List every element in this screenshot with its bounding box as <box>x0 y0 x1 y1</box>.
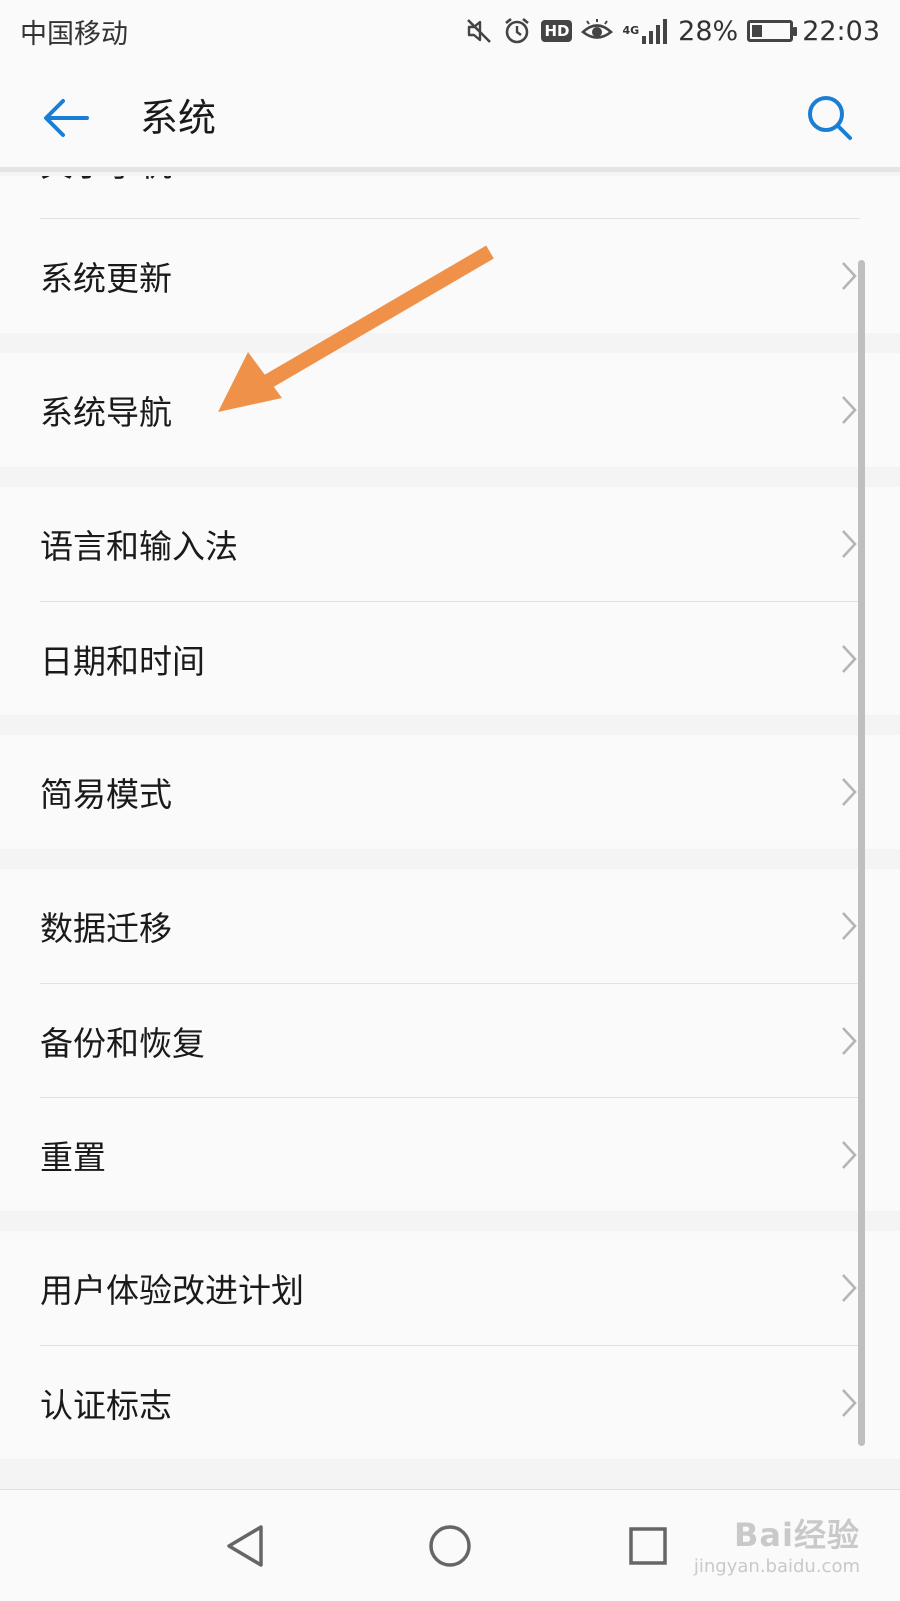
list-item-system-update[interactable]: 系统更新 <box>40 219 860 333</box>
list-item-label: 语言和输入法 <box>40 527 238 566</box>
list-item-data-migration[interactable]: 数据迁移 <box>40 869 860 983</box>
list-item-label: 关于手机 <box>40 176 172 186</box>
list-item-label: 系统导航 <box>40 393 172 432</box>
list-item-reset[interactable]: 重置 <box>40 1097 860 1211</box>
chevron-right-icon <box>842 778 857 806</box>
list-item-date-time[interactable]: 日期和时间 <box>40 601 860 715</box>
signal-icon: 4G <box>622 18 669 44</box>
page-title: 系统 <box>140 96 217 140</box>
chevron-right-icon <box>842 1140 857 1169</box>
carrier-name: 中国移动 <box>20 18 128 50</box>
search-button[interactable] <box>804 92 856 144</box>
navigation-bar: Bai经验 jingyan.baidu.com <box>0 1489 900 1601</box>
settings-list: 关于手机 系统更新 系统导航 语言和输入法 日期和时间 简易模式 数据迁移 <box>0 176 900 1489</box>
list-item-label: 数据迁移 <box>40 909 172 948</box>
status-bar: 中国移动 HD 4G 28% 22:03 <box>0 0 900 62</box>
watermark-logo: Bai经验 <box>734 1516 860 1554</box>
chevron-right-icon <box>842 1026 857 1055</box>
scrollbar[interactable] <box>858 260 865 1446</box>
clock: 22:03 <box>802 15 880 47</box>
list-item-label: 备份和恢复 <box>40 1023 205 1063</box>
recents-square-icon <box>629 1527 667 1565</box>
alarm-icon <box>502 16 532 46</box>
nav-back-button[interactable] <box>215 1516 275 1576</box>
list-item-simple-mode[interactable]: 简易模式 <box>40 735 860 849</box>
back-button[interactable] <box>40 92 92 144</box>
list-item-language-input[interactable]: 语言和输入法 <box>40 487 860 601</box>
list-item-backup-restore[interactable]: 备份和恢复 <box>40 983 860 1097</box>
watermark-url: jingyan.baidu.com <box>693 1556 860 1577</box>
list-item-label: 用户体验改进计划 <box>40 1271 304 1310</box>
settings-group: 简易模式 <box>0 735 900 849</box>
list-item-label: 系统更新 <box>40 259 172 298</box>
status-icons: HD 4G 28% 22:03 <box>465 16 880 47</box>
back-triangle-icon <box>227 1525 263 1567</box>
mute-icon <box>465 17 493 45</box>
hd-icon: HD <box>541 20 573 42</box>
nav-home-button[interactable] <box>420 1516 480 1576</box>
chevron-right-icon <box>842 262 857 290</box>
search-icon <box>808 96 852 140</box>
home-circle-icon <box>429 1525 471 1567</box>
watermark: Bai经验 jingyan.baidu.com <box>694 1510 860 1577</box>
list-item-user-experience[interactable]: 用户体验改进计划 <box>40 1231 860 1345</box>
settings-group: 语言和输入法 日期和时间 <box>0 487 900 715</box>
battery-charging-icon <box>747 20 798 42</box>
chevron-right-icon <box>842 644 857 673</box>
battery-level <box>752 25 763 37</box>
partial-list-item[interactable]: 关于手机 <box>40 176 860 219</box>
settings-group: 数据迁移 备份和恢复 重置 <box>0 869 900 1211</box>
list-item-label: 日期和时间 <box>40 641 205 681</box>
list-item-label: 认证标志 <box>40 1385 172 1425</box>
network-type: 4G <box>622 24 640 37</box>
list-item-label: 简易模式 <box>40 775 172 814</box>
list-item-certification[interactable]: 认证标志 <box>40 1345 860 1459</box>
eye-comfort-icon <box>581 19 614 43</box>
nav-recents-button[interactable] <box>618 1516 678 1576</box>
back-arrow-icon <box>44 99 89 137</box>
app-bar: 系统 <box>0 62 900 172</box>
chevron-right-icon <box>842 1274 857 1302</box>
settings-group: 用户体验改进计划 认证标志 <box>0 1231 900 1459</box>
settings-group: 关于手机 系统更新 <box>0 176 900 333</box>
chevron-right-icon <box>842 530 857 558</box>
chevron-right-icon <box>842 396 857 424</box>
chevron-right-icon <box>842 912 857 940</box>
chevron-right-icon <box>842 1388 857 1417</box>
settings-group: 系统导航 <box>0 353 900 467</box>
list-item-system-navigation[interactable]: 系统导航 <box>40 353 860 467</box>
battery-percent: 28% <box>678 15 739 47</box>
list-item-label: 重置 <box>40 1137 106 1177</box>
